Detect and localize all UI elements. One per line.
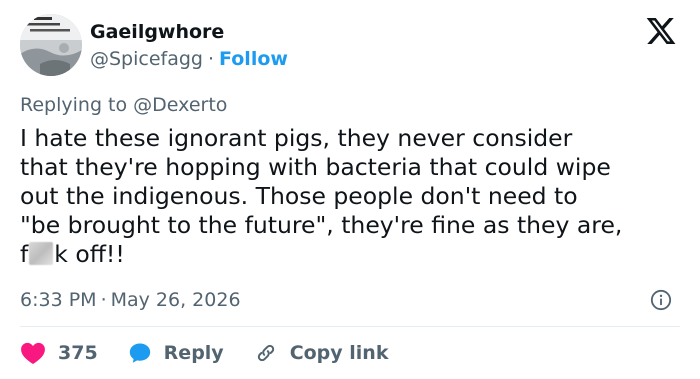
tweet-time: 6:33 PM	[20, 289, 97, 311]
avatar-image	[20, 14, 82, 76]
tweet-line-end: k off!!	[54, 240, 125, 268]
reply-button[interactable]: Reply	[128, 341, 224, 365]
heart-icon	[21, 342, 45, 365]
link-icon	[257, 344, 274, 362]
replying-to: Replying to @Dexerto	[20, 94, 227, 116]
follow-button[interactable]: Follow	[219, 48, 288, 70]
timestamp[interactable]: 6:33 PM · May 26, 2026	[20, 289, 241, 311]
tweet-line: I hate these ignorant pigs, they never c…	[20, 124, 573, 152]
replying-prefix: Replying to	[20, 94, 128, 116]
tweet-line: that they're hopping with bacteria that …	[20, 153, 611, 181]
speech-bubble-icon	[129, 343, 150, 363]
like-button[interactable]: 375	[20, 341, 98, 365]
tweet-text: I hate these ignorant pigs, they never c…	[20, 124, 685, 269]
tweet-line-last: f k off!!	[20, 240, 685, 269]
action-bar: 375 Reply Copy link	[20, 340, 388, 366]
copy-link-button[interactable]: Copy link	[254, 341, 389, 365]
like-count: 375	[58, 342, 98, 364]
censor-blur	[29, 242, 54, 265]
tweet-date: May 26, 2026	[110, 289, 241, 311]
divider	[20, 326, 680, 327]
x-logo-icon[interactable]	[645, 15, 677, 47]
copy-link-label: Copy link	[289, 342, 389, 364]
handle-row: @Spicefagg · Follow	[90, 48, 288, 70]
reply-label: Reply	[163, 342, 224, 364]
tweet-line: out the indigenous. Those people don't n…	[20, 182, 578, 210]
avatar[interactable]	[20, 14, 82, 76]
separator-dot: ·	[100, 289, 107, 311]
embedded-tweet-card: Gaeilgwhore @Spicefagg · Follow Replying t…	[0, 0, 700, 379]
tweet-line-start: f	[20, 240, 29, 268]
info-icon[interactable]	[650, 289, 672, 311]
user-handle[interactable]: @Spicefagg	[90, 48, 203, 70]
reply-mention-link[interactable]: @Dexerto	[133, 94, 227, 116]
separator-dot: ·	[208, 48, 215, 70]
display-name[interactable]: Gaeilgwhore	[90, 21, 224, 43]
tweet-line: "be brought to the future", they're fine…	[20, 211, 623, 239]
